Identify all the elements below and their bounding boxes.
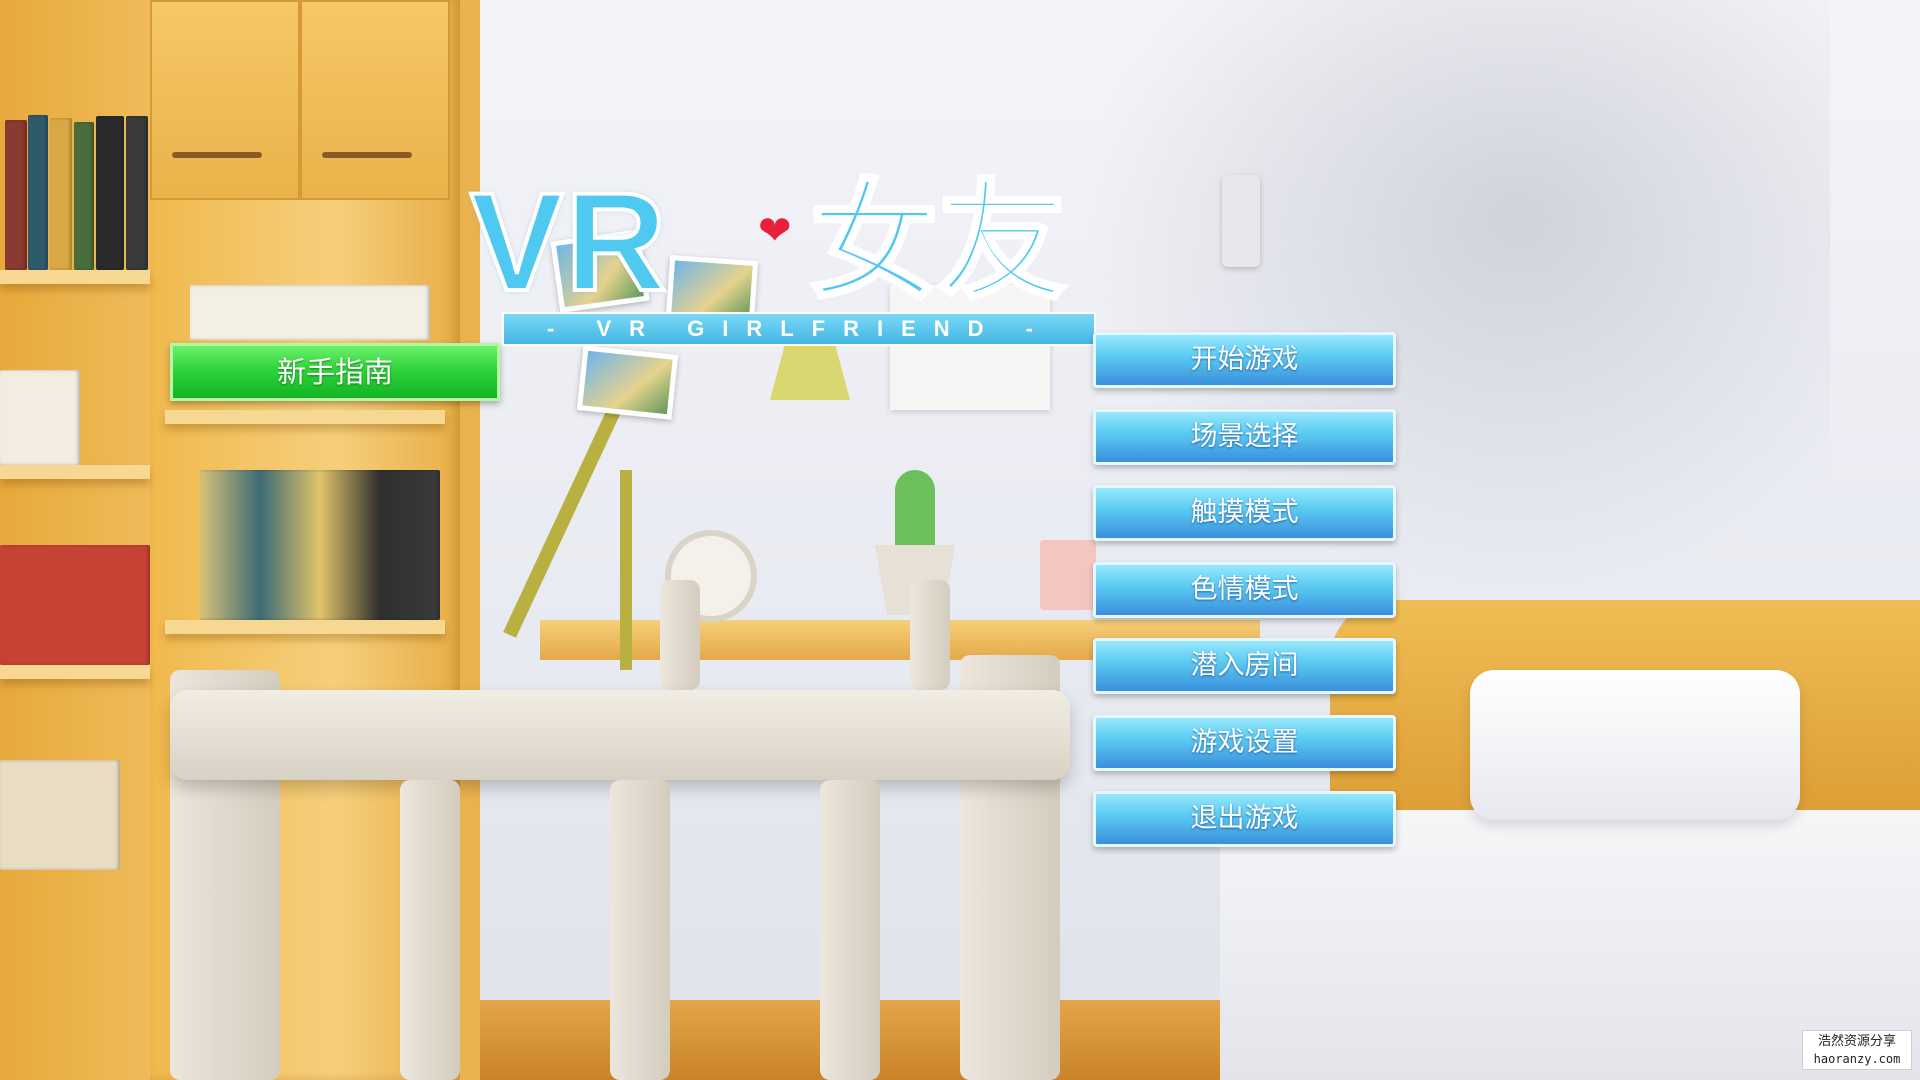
scene-select-button[interactable]: 场景选择	[1093, 408, 1396, 465]
cabinet-door	[150, 0, 300, 200]
main-menu: 开始游戏 场景选择 触摸模式 色情模式 潜入房间 游戏设置 退出游戏	[1093, 332, 1398, 868]
game-settings-button[interactable]: 游戏设置	[1093, 714, 1396, 771]
ac-remote	[1222, 175, 1260, 267]
game-logo: VR ❤ 女友 - VR GIRLFRIEND -	[468, 163, 1110, 346]
crib-post	[660, 580, 700, 690]
book	[28, 115, 48, 270]
sneak-into-room-button[interactable]: 潜入房间	[1093, 638, 1396, 694]
book	[50, 118, 72, 270]
shelf-plank	[165, 410, 445, 424]
cabinet-door	[300, 0, 450, 200]
book	[5, 120, 27, 270]
book-row	[200, 470, 440, 620]
crib-rail	[170, 690, 1070, 780]
book-row	[0, 370, 80, 465]
crib-slat	[400, 780, 460, 1080]
lamp	[620, 470, 632, 670]
book-row	[190, 285, 430, 340]
shelf-plank	[0, 665, 150, 679]
crib-post	[910, 580, 950, 690]
book	[126, 116, 148, 270]
shelf-plank	[0, 270, 150, 284]
beginner-guide-button[interactable]: 新手指南	[170, 343, 500, 401]
heart-icon: ❤	[758, 208, 792, 254]
book-row	[0, 545, 150, 665]
watermark-text: 浩然资源分享	[1817, 1034, 1896, 1049]
touch-mode-button[interactable]: 触摸模式	[1093, 485, 1396, 541]
crib-slat	[820, 780, 880, 1080]
basket	[0, 760, 120, 870]
watermark: 浩然资源分享 haoranzy.com	[1802, 1030, 1912, 1070]
exit-game-button[interactable]: 退出游戏	[1093, 791, 1396, 847]
logo-title-cn: 女友	[808, 168, 1068, 317]
logo-title-latin: VR	[468, 163, 669, 320]
cactus	[895, 470, 935, 550]
adult-mode-button[interactable]: 色情模式	[1093, 561, 1396, 618]
wall-photo	[576, 345, 679, 420]
bedroom-background	[0, 0, 1920, 1080]
shelf-plank	[165, 620, 445, 634]
crib-slat	[610, 780, 670, 1080]
pillow	[1470, 670, 1800, 820]
pen-cup	[1040, 540, 1096, 610]
start-game-button[interactable]: 开始游戏	[1093, 332, 1396, 388]
shelf-plank	[0, 465, 150, 479]
watermark-url: haoranzy.com	[1813, 1052, 1901, 1066]
book	[96, 116, 124, 270]
book	[74, 122, 94, 270]
logo-subtitle: - VR GIRLFRIEND -	[502, 312, 1096, 346]
